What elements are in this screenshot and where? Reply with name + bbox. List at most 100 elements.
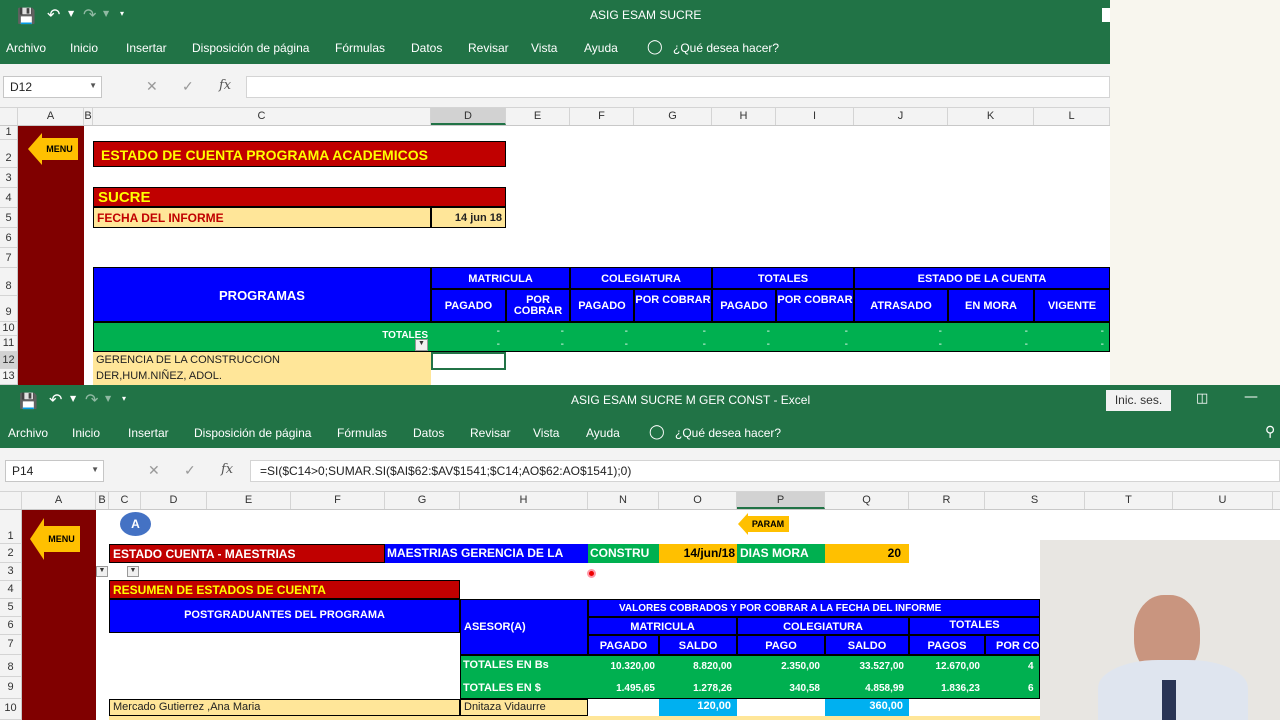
col-header[interactable]: U <box>1173 492 1273 509</box>
row-header[interactable]: 7 <box>0 635 21 655</box>
redo-dropdown-icon[interactable]: ▼ <box>105 394 111 403</box>
namebox-dropdown-icon[interactable]: ▼ <box>91 465 99 474</box>
tab-insertar[interactable]: Insertar <box>128 426 169 440</box>
row-header[interactable]: 1 <box>0 510 21 544</box>
customize-toolbar-icon[interactable]: ▾ <box>120 9 124 18</box>
row-header[interactable]: 3 <box>0 563 21 581</box>
col-header[interactable]: N <box>588 492 659 509</box>
tab-inicio[interactable]: Inicio <box>70 41 98 55</box>
col-header[interactable]: G <box>634 108 712 125</box>
row-header[interactable]: 2 <box>0 140 17 168</box>
col-header[interactable]: K <box>948 108 1034 125</box>
filter-dropdown-icon[interactable]: ▼ <box>127 566 139 577</box>
col-header[interactable]: S <box>985 492 1085 509</box>
col-header[interactable]: D <box>431 108 506 125</box>
row-header[interactable]: 2 <box>0 544 21 563</box>
param-button[interactable]: PARAM <box>738 513 790 535</box>
formula-input[interactable]: =SI($C14>0;SUMAR.SI($AI$62:$AV$1541;$C14… <box>250 460 1280 482</box>
redo-icon[interactable]: ↷ <box>85 390 98 409</box>
redo-dropdown-icon[interactable]: ▼ <box>103 9 109 18</box>
col-header[interactable]: I <box>776 108 854 125</box>
tell-me-box[interactable]: ¿Qué desea hacer? <box>675 426 781 440</box>
name-box[interactable]: D12 ▼ <box>3 76 102 98</box>
undo-dropdown-icon[interactable]: ▼ <box>70 394 76 403</box>
row-header[interactable]: 3 <box>0 168 17 188</box>
active-cell[interactable] <box>431 352 506 370</box>
tab-ayuda[interactable]: Ayuda <box>584 41 618 55</box>
menu-button[interactable]: MENU <box>28 133 78 165</box>
enter-icon[interactable]: ✓ <box>182 78 194 95</box>
tab-archivo[interactable]: Archivo <box>6 41 46 55</box>
tab-disposicion[interactable]: Disposición de página <box>192 41 309 55</box>
col-header[interactable]: B <box>96 492 109 509</box>
ribbon-display-icon[interactable]: ◫ <box>1196 391 1208 406</box>
function-icon[interactable]: fx <box>221 462 233 477</box>
tab-formulas[interactable]: Fórmulas <box>335 41 385 55</box>
namebox-dropdown-icon[interactable]: ▼ <box>89 81 97 90</box>
col-header[interactable]: A <box>18 108 84 125</box>
col-header[interactable]: F <box>291 492 385 509</box>
tab-ayuda[interactable]: Ayuda <box>586 426 620 440</box>
row-header[interactable]: 9 <box>0 296 17 322</box>
circle-a-button[interactable]: A <box>120 512 151 536</box>
row-header[interactable]: 13 <box>0 369 17 385</box>
name-box[interactable]: P14 ▼ <box>5 460 104 482</box>
col-header[interactable]: G <box>385 492 460 509</box>
row-header[interactable]: 5 <box>0 599 21 617</box>
row-header[interactable]: 5 <box>0 208 17 228</box>
enter-icon[interactable]: ✓ <box>184 462 196 479</box>
col-header[interactable]: H <box>460 492 588 509</box>
row-header[interactable]: 6 <box>0 617 21 635</box>
row-header[interactable]: 9 <box>0 677 21 699</box>
col-header[interactable]: C <box>109 492 141 509</box>
tab-vista[interactable]: Vista <box>531 41 557 55</box>
col-header[interactable]: Q <box>825 492 909 509</box>
col-header[interactable]: P <box>737 492 825 509</box>
sign-in-button[interactable]: Inic. ses. <box>1106 390 1171 411</box>
col-header[interactable]: D <box>141 492 207 509</box>
col-header[interactable]: T <box>1085 492 1173 509</box>
filter-dropdown-icon[interactable]: ▼ <box>415 339 428 351</box>
save-icon[interactable]: 💾 <box>17 7 36 25</box>
undo-icon[interactable]: ↶ <box>49 390 62 409</box>
col-header[interactable]: O <box>659 492 737 509</box>
row-header[interactable]: 4 <box>0 188 17 208</box>
col-header[interactable]: B <box>84 108 93 125</box>
cancel-icon[interactable]: ✕ <box>146 78 158 95</box>
col-header[interactable]: A <box>22 492 96 509</box>
function-icon[interactable]: fx <box>219 78 231 93</box>
tab-archivo[interactable]: Archivo <box>8 426 48 440</box>
col-header[interactable]: F <box>570 108 634 125</box>
window-control-icon[interactable] <box>1102 8 1110 22</box>
col-header[interactable]: E <box>506 108 570 125</box>
undo-icon[interactable]: ↶ <box>47 5 60 24</box>
col-header[interactable]: R <box>909 492 985 509</box>
tell-me-box[interactable]: ¿Qué desea hacer? <box>673 41 779 55</box>
save-icon[interactable]: 💾 <box>19 392 38 410</box>
redo-icon[interactable]: ↷ <box>83 5 96 24</box>
cancel-icon[interactable]: ✕ <box>148 462 160 479</box>
col-header[interactable]: L <box>1034 108 1110 125</box>
tab-formulas[interactable]: Fórmulas <box>337 426 387 440</box>
tab-insertar[interactable]: Insertar <box>126 41 167 55</box>
row-header[interactable]: 7 <box>0 248 17 268</box>
minimize-icon[interactable]: — <box>1244 389 1258 405</box>
row-header[interactable]: 8 <box>0 268 17 296</box>
tab-datos[interactable]: Datos <box>411 41 442 55</box>
col-header[interactable]: C <box>93 108 431 125</box>
undo-dropdown-icon[interactable]: ▼ <box>68 9 74 18</box>
customize-toolbar-icon[interactable]: ▾ <box>122 394 126 403</box>
tab-vista[interactable]: Vista <box>533 426 559 440</box>
tab-revisar[interactable]: Revisar <box>470 426 511 440</box>
search-icon[interactable]: ⚲ <box>1265 424 1275 440</box>
row-header[interactable]: 12 <box>0 352 17 369</box>
row-header[interactable]: 1 <box>0 126 17 140</box>
tab-revisar[interactable]: Revisar <box>468 41 509 55</box>
col-header[interactable]: H <box>712 108 776 125</box>
tab-datos[interactable]: Datos <box>413 426 444 440</box>
tab-disposicion[interactable]: Disposición de página <box>194 426 311 440</box>
row-header[interactable]: 10 <box>0 699 21 720</box>
col-header[interactable]: E <box>207 492 291 509</box>
tab-inicio[interactable]: Inicio <box>72 426 100 440</box>
row-header[interactable]: 6 <box>0 228 17 248</box>
